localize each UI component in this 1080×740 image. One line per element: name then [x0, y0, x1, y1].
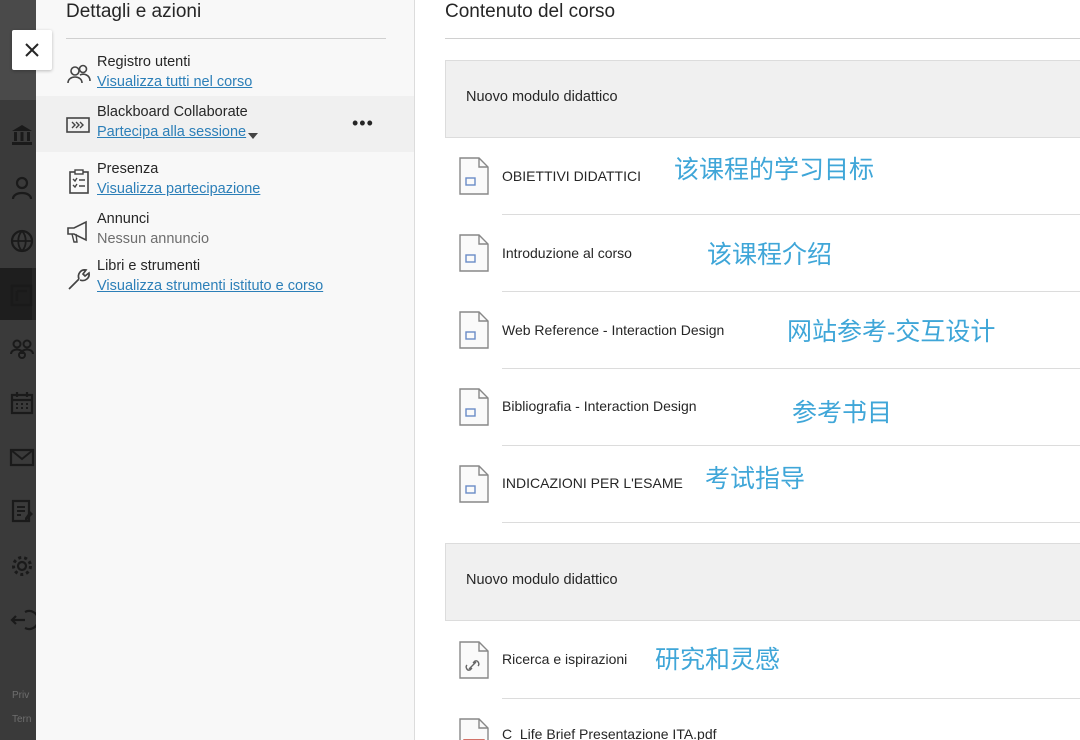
megaphone-icon: [67, 220, 87, 243]
module-title: Nuovo modulo didattico: [466, 572, 618, 588]
content-item[interactable]: Introduzione al corso 该课程介绍: [445, 215, 1080, 292]
profile-icon[interactable]: [8, 174, 36, 202]
rail-footer-terms[interactable]: Tern: [12, 714, 31, 725]
chevron-down-icon[interactable]: [248, 132, 258, 140]
books-tools-title: Libri e strumenti: [97, 258, 201, 274]
item-title[interactable]: C_Life Brief Presentazione ITA.pdf: [502, 726, 717, 740]
divider: [502, 522, 1080, 523]
courses-icon[interactable]: [8, 281, 36, 309]
institution-icon[interactable]: [8, 120, 36, 148]
document-icon: [459, 157, 489, 195]
globe-icon[interactable]: [8, 227, 36, 255]
messages-icon[interactable]: [8, 443, 36, 471]
content-item[interactable]: Web Reference - Interaction Design 网站参考-…: [445, 292, 1080, 369]
join-session-link[interactable]: Partecipa alla sessione: [97, 124, 246, 140]
learning-module[interactable]: Nuovo modulo didattico: [445, 543, 1080, 621]
users-icon: [67, 64, 91, 84]
item-annotation: 该课程介绍: [707, 241, 833, 269]
nav-rail: Priv Tern: [0, 0, 36, 740]
item-title[interactable]: INDICAZIONI PER L'ESAME: [502, 475, 683, 491]
calendar-icon[interactable]: [8, 389, 36, 417]
document-icon: [459, 388, 489, 426]
tools-gear-icon[interactable]: [8, 552, 36, 580]
content-item[interactable]: INDICAZIONI PER L'ESAME 考试指导: [445, 446, 1080, 523]
divider: [66, 38, 386, 39]
attendance-title: Presenza: [97, 161, 159, 177]
collaborate-title: Blackboard Collaborate: [97, 104, 248, 120]
sign-out-icon[interactable]: [8, 606, 36, 634]
learning-module[interactable]: Nuovo modulo didattico: [445, 60, 1080, 138]
attendance-icon: [69, 169, 89, 194]
close-icon: [25, 43, 39, 57]
books-tools-link[interactable]: Visualizza strumenti istituto e corso: [97, 278, 323, 294]
document-icon: [459, 311, 489, 349]
wrench-icon: [68, 269, 90, 290]
attendance-link[interactable]: Visualizza partecipazione: [97, 181, 260, 197]
close-button[interactable]: [12, 30, 52, 70]
item-annotation: 考试指导: [705, 465, 806, 493]
document-icon: [459, 465, 489, 503]
item-annotation: 网站参考-交互设计: [787, 318, 996, 346]
roster-title: Registro utenti: [97, 54, 191, 70]
item-title[interactable]: Bibliografia - Interaction Design: [502, 398, 697, 414]
item-title[interactable]: Web Reference - Interaction Design: [502, 322, 724, 338]
item-annotation: 研究和灵感: [655, 646, 781, 674]
details-title: Dettagli e azioni: [66, 1, 202, 22]
announcements-title: Annunci: [97, 211, 150, 227]
content-item[interactable]: Ricerca e ispirazioni 研究和灵感: [445, 622, 1080, 699]
document-icon: [459, 234, 489, 272]
link-document-icon: [459, 641, 489, 679]
item-annotation: 参考书目: [792, 399, 893, 427]
item-title[interactable]: Introduzione al corso: [502, 245, 632, 261]
content-item[interactable]: Bibliografia - Interaction Design 参考书目: [445, 369, 1080, 446]
item-annotation: 该课程的学习目标: [674, 156, 875, 184]
rail-footer-privacy[interactable]: Priv: [12, 690, 29, 701]
content-title: Contenuto del corso: [445, 1, 616, 22]
grades-icon[interactable]: [8, 497, 36, 525]
organizations-icon[interactable]: [8, 336, 36, 364]
content-item[interactable]: OBIETTIVI DIDATTICI 该课程的学习目标: [445, 138, 1080, 215]
module-title: Nuovo modulo didattico: [466, 89, 618, 105]
item-title[interactable]: OBIETTIVI DIDATTICI: [502, 168, 641, 184]
content-item[interactable]: C_Life Brief Presentazione ITA.pdf: [445, 699, 1080, 740]
course-content: Contenuto del corso Nuovo modulo didatti…: [415, 0, 1080, 740]
divider: [445, 38, 1080, 39]
more-options-button[interactable]: •••: [352, 114, 374, 132]
details-panel: Dettagli e azioni Registro utenti Visual…: [36, 0, 414, 740]
roster-link[interactable]: Visualizza tutti nel corso: [97, 74, 252, 90]
pdf-document-icon: [459, 718, 489, 740]
announcements-status: Nessun annuncio: [97, 231, 210, 247]
collaborate-icon: [66, 117, 90, 133]
item-title[interactable]: Ricerca e ispirazioni: [502, 651, 627, 667]
